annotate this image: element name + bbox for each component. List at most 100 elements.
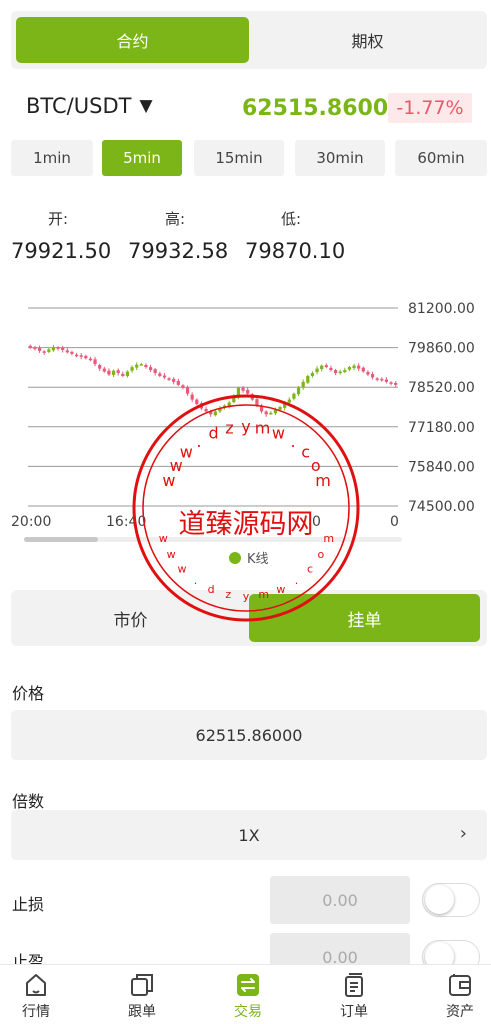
candle (135, 362, 139, 371)
candle (273, 407, 278, 415)
stamp-arc-char: c (307, 562, 313, 575)
nav-copy-trade[interactable]: 跟单 (102, 971, 182, 1021)
x-tick-label: 20:00 (11, 514, 51, 530)
candle (51, 344, 56, 352)
legend-label: K线 (247, 552, 269, 567)
candle (153, 367, 157, 376)
candle (121, 371, 125, 378)
candle (352, 363, 356, 371)
document-icon (345, 973, 363, 997)
leverage-value: 1X (238, 825, 260, 845)
candle (84, 354, 88, 360)
leverage-selector[interactable]: 1X › (11, 810, 487, 860)
chart-scrollbar[interactable] (24, 537, 402, 542)
nav-trade[interactable]: 交易 (208, 971, 288, 1021)
price-input[interactable]: 62515.86000 (11, 710, 487, 760)
nav-orders[interactable]: 订单 (314, 971, 394, 1021)
candle (33, 345, 37, 351)
candle (269, 411, 273, 415)
tab-contract[interactable]: 合约 (16, 17, 249, 63)
interval-tabs: 1min 5min 15min 30min 60min (11, 140, 487, 176)
candle (162, 373, 167, 380)
chart-legend: K线 (229, 548, 269, 567)
nav-label: 行情 (22, 1004, 50, 1020)
candle (74, 352, 79, 358)
candle (333, 368, 338, 376)
nav-label: 交易 (234, 1004, 262, 1020)
price-input-value: 62515.86000 (195, 725, 303, 745)
nav-label: 资产 (446, 1004, 474, 1020)
candle (56, 346, 60, 351)
leverage-label: 倍数 (12, 792, 45, 811)
candle (357, 363, 361, 372)
candle (320, 364, 324, 372)
interval-5min[interactable]: 5min (102, 140, 182, 176)
y-tick-label: 78520.00 (408, 380, 475, 396)
candle (329, 365, 333, 372)
stop-loss-toggle[interactable] (422, 883, 480, 917)
market-type-switch: 合约 期权 (11, 11, 487, 69)
swap-icon (237, 974, 259, 996)
open-value: 79921.50 (11, 239, 112, 263)
chevron-right-icon: › (459, 823, 467, 844)
stop-loss-label: 止损 (12, 895, 45, 914)
candle (250, 392, 254, 401)
candle (181, 384, 185, 390)
candle (37, 345, 42, 353)
high-label: 高: (165, 210, 186, 228)
nav-assets[interactable]: 资产 (420, 971, 491, 1021)
caret-down-icon: ▼ (139, 96, 153, 116)
stop-loss-input[interactable]: 0.00 (270, 876, 410, 924)
tab-market-order[interactable]: 市价 (15, 594, 246, 642)
candle (139, 362, 143, 366)
x-tick-label: 16:40 (106, 514, 146, 530)
candle (380, 377, 384, 382)
open-label: 开: (48, 210, 69, 228)
last-price: 62515.86000 (242, 96, 404, 121)
candle (65, 348, 69, 354)
candle (93, 356, 97, 367)
candle (172, 377, 176, 385)
low-value: 79870.10 (245, 239, 346, 263)
candle (107, 368, 111, 377)
scrollbar-thumb[interactable] (24, 537, 98, 542)
candle (259, 404, 264, 414)
y-tick-label: 81200.00 (408, 301, 475, 317)
stamp-arc-char: w (177, 562, 186, 575)
interval-60min[interactable]: 60min (395, 140, 487, 176)
copy-icon (131, 974, 153, 996)
candle (384, 377, 389, 384)
stamp-arc-char: o (318, 548, 325, 561)
nav-market[interactable]: 行情 (0, 971, 76, 1021)
candle (287, 397, 291, 404)
candle (213, 409, 217, 417)
wallet-icon (449, 974, 471, 996)
candle (204, 406, 208, 414)
interval-15min[interactable]: 15min (194, 140, 284, 176)
candle (236, 386, 241, 400)
candle (227, 400, 231, 409)
candle (148, 364, 153, 373)
candle (98, 363, 102, 372)
candle (306, 374, 310, 384)
x-tick-label: 0 (312, 514, 321, 530)
candle (278, 405, 282, 412)
stop-loss-value: 0.00 (322, 890, 358, 910)
stamp-arc-char: w (167, 548, 176, 561)
interval-30min[interactable]: 30min (295, 140, 385, 176)
candle (70, 350, 74, 356)
kline-chart[interactable]: 81200.00 79860.00 78520.00 77180.00 75840.00… (0, 290, 491, 550)
x-tick-label: 0 (390, 514, 399, 530)
candle (361, 366, 365, 373)
stamp-arc-char: . (194, 574, 198, 587)
tab-limit-order[interactable]: 挂单 (249, 594, 480, 642)
candle (167, 377, 171, 381)
tab-options[interactable]: 期权 (251, 17, 484, 63)
candle (88, 356, 93, 362)
candle (199, 401, 204, 411)
candle (222, 404, 227, 410)
symbol-selector[interactable]: BTC/USDT ▼ (26, 94, 153, 118)
candle (375, 377, 379, 382)
symbol-name: BTC/USDT (26, 94, 132, 118)
interval-1min[interactable]: 1min (11, 140, 93, 176)
